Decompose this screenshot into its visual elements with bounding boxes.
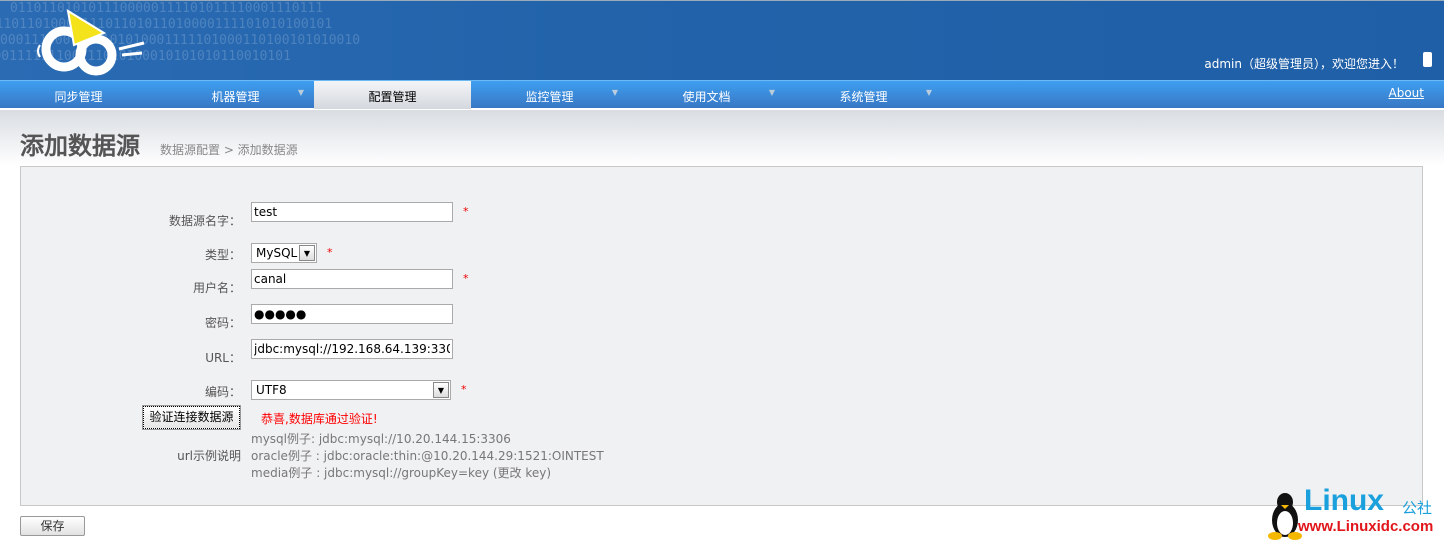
url-help-label: url示例说明 [177,449,241,463]
url-input[interactable] [251,339,453,359]
chevron-down-icon: ▼ [299,245,315,261]
password-input[interactable] [251,304,453,324]
tab-sync[interactable]: 同步管理 [0,81,157,109]
page-title: 添加数据源 [20,132,140,160]
encoding-label: 编码： [204,385,241,399]
tab-monitor[interactable]: 监控管理 ▼ [471,81,628,109]
url-example-mysql: mysql例子: jdbc:mysql://10.20.144.15:3306 [251,432,511,446]
chevron-down-icon: ▼ [925,88,932,97]
linuxidc-watermark: Linux 公社 www.Linuxidc.com [1268,484,1444,540]
header-banner: 0110110101011100000111101011110001110111… [0,0,1444,80]
verify-success-message: 恭喜,数据库通过验证! [261,412,378,426]
url-label: URL： [205,351,241,365]
main-nav: 同步管理 机器管理 ▼ 配置管理 监控管理 ▼ 使用文档 ▼ 系统管理 ▼ About [0,80,1444,109]
required-mark: * [461,383,467,396]
save-button[interactable]: 保存 [20,516,85,536]
about-link[interactable]: About [1389,86,1424,100]
encoding-select[interactable]: UTF8 ▼ [251,380,451,400]
chevron-down-icon: ▼ [768,88,775,97]
type-label: 类型： [204,248,241,262]
url-example-media: media例子 : jdbc:mysql://groupKey=key (更改 … [251,466,552,480]
required-mark: * [327,246,333,259]
name-label: 数据源名字： [168,214,241,228]
required-mark: * [463,272,469,285]
tab-system[interactable]: 系统管理 ▼ [785,81,942,109]
tab-docs[interactable]: 使用文档 ▼ [628,81,785,109]
tux-penguin-icon [1268,493,1302,540]
required-mark: * [463,205,469,218]
tab-config[interactable]: 配置管理 [314,81,471,109]
type-select[interactable]: MySQL ▼ [251,243,317,263]
verify-connection-button[interactable]: 验证连接数据源 [142,405,241,430]
chevron-down-icon: ▼ [433,382,449,398]
chevron-down-icon: ▼ [297,88,304,97]
welcome-text: admin（超级管理员），欢迎您进入！ [1204,57,1404,71]
user-label: 用户名： [192,281,241,295]
chevron-down-icon: ▼ [611,88,618,97]
url-example-oracle: oracle例子 : jdbc:oracle:thin:@10.20.144.2… [251,449,604,463]
username-input[interactable] [251,269,453,289]
name-input[interactable] [251,202,453,222]
tab-machine[interactable]: 机器管理 ▼ [157,81,314,109]
logout-icon[interactable] [1423,52,1432,67]
breadcrumb: 数据源配置 > 添加数据源 [160,143,298,157]
otter-logo[interactable] [34,5,154,77]
password-label: 密码： [204,316,241,330]
